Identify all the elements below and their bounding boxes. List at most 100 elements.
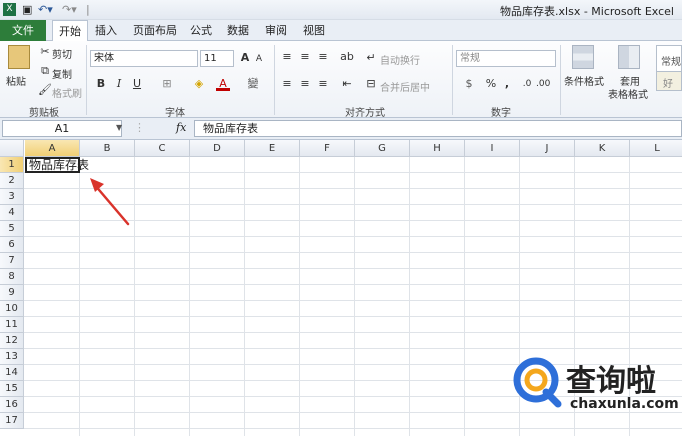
watermark-url: chaxunla.com bbox=[570, 396, 679, 412]
format-painter-button[interactable]: 格式刷 bbox=[52, 85, 82, 100]
table-format-label-2[interactable]: 表格格式 bbox=[608, 86, 648, 101]
row-header-10[interactable]: 10 bbox=[0, 301, 24, 317]
font-size-select[interactable]: 11 bbox=[200, 50, 234, 67]
number-format-select[interactable]: 常规 bbox=[456, 50, 556, 67]
shrink-font-button[interactable]: A bbox=[252, 52, 266, 66]
row-header-8[interactable]: 8 bbox=[0, 269, 24, 285]
tab-formulas[interactable]: 公式 bbox=[186, 20, 216, 41]
tab-home[interactable]: 开始 bbox=[52, 20, 88, 42]
row-header-1[interactable]: 1 bbox=[0, 157, 24, 173]
copy-icon: ⧉ bbox=[41, 64, 49, 77]
row-header-15[interactable]: 15 bbox=[0, 381, 24, 397]
conditional-format-icon[interactable] bbox=[572, 45, 594, 69]
conditional-format-button[interactable]: 条件格式 bbox=[564, 73, 604, 88]
grid-row-line bbox=[24, 300, 682, 301]
wrap-text-icon: ↵ bbox=[366, 51, 376, 64]
redo-icon[interactable]: ↷▾ bbox=[62, 3, 77, 17]
annotation-arrow bbox=[90, 178, 130, 226]
align-left-icon[interactable]: ≡ bbox=[280, 77, 294, 91]
tab-review[interactable]: 审阅 bbox=[260, 20, 292, 41]
align-top-icon[interactable]: ≡ bbox=[280, 50, 294, 64]
align-center-icon[interactable]: ≡ bbox=[298, 77, 312, 91]
grid-column-line bbox=[464, 157, 465, 436]
grid-row-line bbox=[24, 316, 682, 317]
orientation-icon[interactable]: ab bbox=[340, 50, 354, 64]
tab-view[interactable]: 视图 bbox=[298, 20, 330, 41]
number-group-label: 数字 bbox=[491, 108, 511, 119]
tab-file[interactable]: 文件 bbox=[0, 20, 46, 41]
row-header-9[interactable]: 9 bbox=[0, 285, 24, 301]
row-header-7[interactable]: 7 bbox=[0, 253, 24, 269]
column-header-d[interactable]: D bbox=[190, 140, 245, 157]
align-right-icon[interactable]: ≡ bbox=[316, 77, 330, 91]
column-header-i[interactable]: I bbox=[465, 140, 520, 157]
underline-button[interactable]: U bbox=[130, 77, 144, 91]
row-header-5[interactable]: 5 bbox=[0, 221, 24, 237]
formula-separator-icon: ⋮ bbox=[134, 121, 145, 134]
increase-decimal-icon[interactable]: .0 bbox=[520, 77, 534, 91]
column-header-b[interactable]: B bbox=[80, 140, 135, 157]
column-header-a[interactable]: A bbox=[25, 140, 80, 157]
font-family-select[interactable]: 宋体 bbox=[90, 50, 198, 67]
row-header-3[interactable]: 3 bbox=[0, 189, 24, 205]
tab-page-layout[interactable]: 页面布局 bbox=[128, 20, 182, 41]
cut-button[interactable]: 剪切 bbox=[52, 46, 72, 61]
row-header-6[interactable]: 6 bbox=[0, 237, 24, 253]
column-header-c[interactable]: C bbox=[135, 140, 190, 157]
window-title: 物品库存表.xlsx - Microsoft Excel bbox=[500, 5, 674, 18]
select-all-corner[interactable] bbox=[0, 140, 24, 157]
tab-data[interactable]: 数据 bbox=[222, 20, 254, 41]
grid-row-line bbox=[24, 268, 682, 269]
cell-a1[interactable]: 物品库存表 bbox=[25, 157, 89, 173]
alignment-group-label: 对齐方式 bbox=[345, 108, 385, 119]
currency-icon[interactable]: $ bbox=[462, 77, 476, 91]
wrap-text-button[interactable]: 自动换行 bbox=[380, 52, 420, 67]
row-header-14[interactable]: 14 bbox=[0, 365, 24, 381]
column-header-h[interactable]: H bbox=[410, 140, 465, 157]
style-good-cell[interactable]: 好 bbox=[656, 71, 682, 91]
row-header-13[interactable]: 13 bbox=[0, 349, 24, 365]
column-header-g[interactable]: G bbox=[355, 140, 410, 157]
row-header-2[interactable]: 2 bbox=[0, 173, 24, 189]
undo-icon[interactable]: ↶▾ bbox=[38, 3, 53, 17]
decrease-decimal-icon[interactable]: .00 bbox=[536, 77, 550, 91]
save-icon[interactable]: ▣ bbox=[22, 3, 32, 17]
row-header-11[interactable]: 11 bbox=[0, 317, 24, 333]
percent-button[interactable]: % bbox=[484, 77, 498, 91]
insert-function-button[interactable]: fx bbox=[176, 121, 186, 134]
style-normal-cell[interactable]: 常规 bbox=[656, 45, 682, 73]
row-header-12[interactable]: 12 bbox=[0, 333, 24, 349]
phonetic-icon[interactable]: 變 bbox=[246, 77, 260, 91]
fill-color-icon[interactable]: ◈ bbox=[192, 77, 206, 91]
paste-icon[interactable] bbox=[8, 45, 30, 69]
decrease-indent-icon[interactable]: ⇤ bbox=[340, 77, 354, 91]
formula-input[interactable]: 物品库存表 bbox=[194, 120, 682, 137]
italic-button[interactable]: I bbox=[112, 77, 126, 91]
name-box[interactable]: A1 bbox=[2, 120, 122, 137]
column-header-j[interactable]: J bbox=[520, 140, 575, 157]
border-icon[interactable]: ⊞ bbox=[160, 77, 174, 91]
row-header-17[interactable]: 17 bbox=[0, 413, 24, 429]
align-bottom-icon[interactable]: ≡ bbox=[316, 50, 330, 64]
tab-insert[interactable]: 插入 bbox=[90, 20, 122, 41]
grow-font-button[interactable]: A bbox=[238, 51, 252, 65]
ribbon-tabs: 文件 开始 插入 页面布局 公式 数据 审阅 视图 bbox=[0, 20, 682, 42]
name-box-dropdown-icon[interactable]: ▼ bbox=[116, 123, 122, 132]
bold-button[interactable]: B bbox=[94, 77, 108, 91]
column-header-e[interactable]: E bbox=[245, 140, 300, 157]
copy-button[interactable]: 复制 bbox=[52, 66, 72, 81]
merge-center-button[interactable]: 合并后居中 bbox=[380, 79, 430, 94]
paste-button[interactable]: 粘贴 bbox=[6, 73, 26, 88]
scissors-icon: ✂ bbox=[40, 45, 50, 58]
row-header-16[interactable]: 16 bbox=[0, 397, 24, 413]
excel-icon[interactable]: X bbox=[3, 3, 16, 16]
font-color-button[interactable]: A bbox=[216, 77, 230, 91]
column-header-f[interactable]: F bbox=[300, 140, 355, 157]
comma-button[interactable]: , bbox=[500, 77, 514, 91]
grid-row-line bbox=[24, 284, 682, 285]
column-header-k[interactable]: K bbox=[575, 140, 630, 157]
align-middle-icon[interactable]: ≡ bbox=[298, 50, 312, 64]
table-format-icon[interactable] bbox=[618, 45, 640, 69]
row-header-4[interactable]: 4 bbox=[0, 205, 24, 221]
column-header-l[interactable]: L bbox=[630, 140, 682, 157]
